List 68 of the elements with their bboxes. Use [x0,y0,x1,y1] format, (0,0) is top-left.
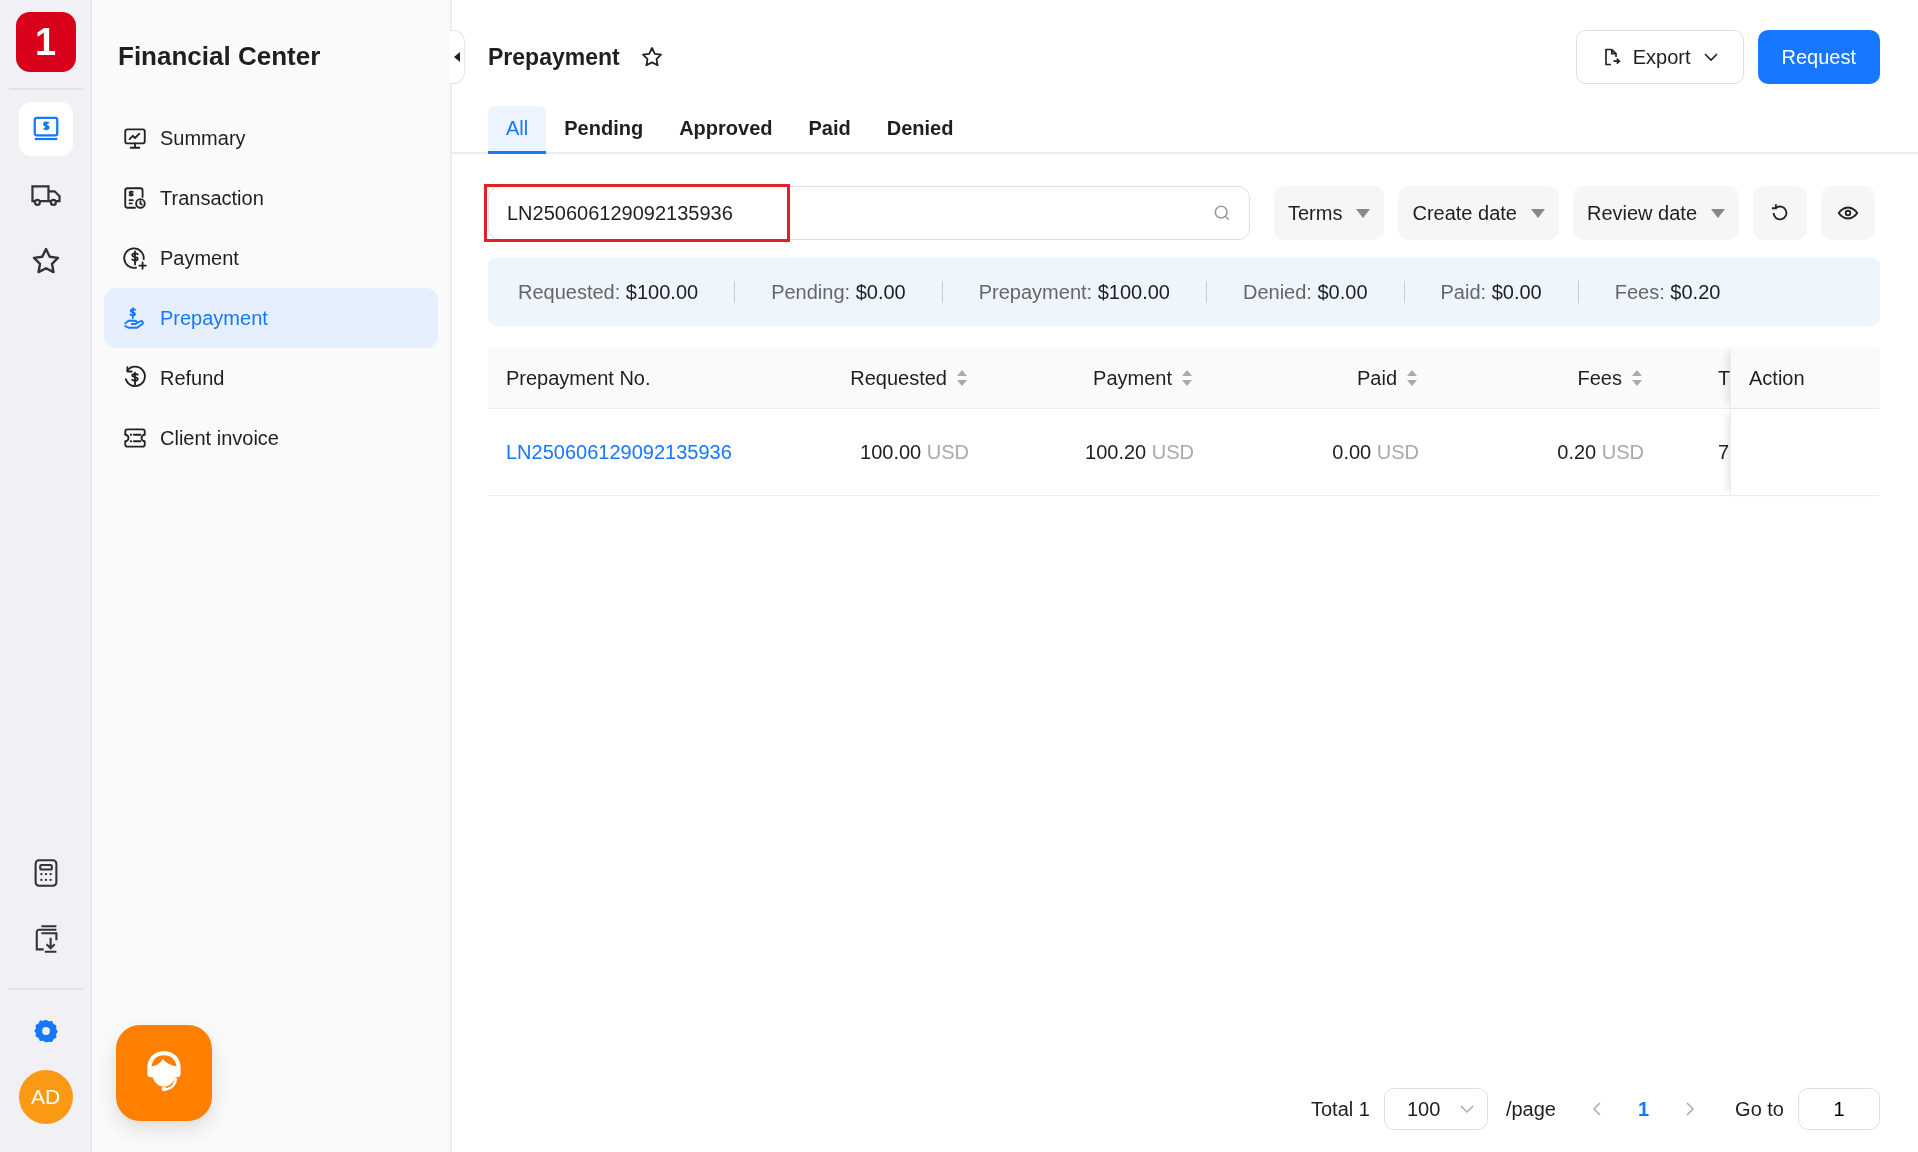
sort-icon[interactable] [1405,368,1419,388]
column-header: T [1718,366,1731,390]
caret-icon [1530,208,1545,218]
filter-dropdown[interactable]: Create date [1398,186,1559,240]
receipt-clock-icon [122,185,148,211]
per-page-label: /page [1505,1097,1556,1121]
favorite-star-icon[interactable] [639,45,664,69]
table-cell: 7 [1718,440,1730,464]
summary-stat: Denied: $0.00 [1206,281,1404,303]
page-title: Prepayment [488,43,620,71]
status-tab[interactable]: All [488,106,547,154]
status-tab[interactable]: Denied [868,106,972,154]
caret-icon [1356,208,1371,218]
sort-icon[interactable] [955,368,969,388]
amount-cell: 100.00 USD [860,440,969,464]
caret-icon [1711,208,1726,218]
sidebar-item[interactable]: Summary [104,108,438,168]
filter-dropdown[interactable]: Terms [1274,186,1385,240]
sidebar-title: Financial Center [118,40,322,72]
total-count: Total 1 [1310,1097,1370,1121]
search-field[interactable]: LN250606129092135936 [488,186,1250,240]
column-visibility-button[interactable] [1821,186,1876,240]
app-logo[interactable]: 1 [15,12,76,72]
collapse-sidebar-button[interactable] [450,30,465,84]
page-size-select[interactable]: 100 [1383,1088,1488,1130]
column-header[interactable]: Requested [850,366,947,390]
request-button[interactable]: Request [1757,30,1880,84]
sidebar-item[interactable]: Transaction [104,168,438,228]
finance-nav-button[interactable] [18,102,73,156]
dollar-coin-icon [122,245,148,271]
previous-page-icon[interactable] [1591,1101,1602,1117]
export-button[interactable]: Export [1575,30,1744,84]
summary-stat: Paid: $0.00 [1403,281,1578,303]
sort-icon[interactable] [1630,368,1644,388]
column-header[interactable]: Fees [1577,366,1622,390]
sidebar-item[interactable]: Client invoice [104,408,438,468]
summary-stat: Fees: $0.20 [1577,281,1757,303]
sidebar-item[interactable]: Payment [104,228,438,288]
status-tab[interactable]: Approved [661,106,791,154]
status-tab[interactable]: Paid [790,106,869,154]
sidebar-item[interactable]: Refund [104,348,438,408]
monitor-chart-icon [122,125,148,151]
summary-stat: Requested: $100.00 [518,281,700,303]
page-number[interactable]: 1 [1637,1097,1650,1121]
amount-cell: 0.00 USD [1332,440,1419,464]
column-header[interactable]: Paid [1356,366,1397,390]
summary-stat: Pending: $0.00 [734,281,942,303]
sidebar-item[interactable]: Prepayment [104,288,438,348]
search-icon [1212,203,1232,223]
column-header[interactable]: Payment [1093,366,1172,390]
column-header: Prepayment No. [506,366,651,390]
gear-icon [32,1018,59,1044]
ticket-icon [122,425,148,451]
go-to-page-field[interactable]: 1 [1798,1088,1880,1130]
status-tab[interactable]: Pending [546,106,662,154]
amount-cell: 0.20 USD [1557,440,1644,464]
sort-icon[interactable] [1180,368,1194,388]
amount-cell: 100.20 USD [1085,440,1194,464]
summary-stat: Prepayment: $100.00 [941,281,1206,303]
go-to-label: Go to [1735,1097,1784,1121]
chevron-down-icon [1458,1104,1475,1114]
prepayment-link[interactable]: LN250606129092135936 [506,440,732,464]
refresh-button[interactable] [1753,186,1808,240]
next-page-icon[interactable] [1685,1101,1696,1117]
chevron-down-icon [1702,52,1719,62]
customer-support-button[interactable] [116,1025,212,1121]
filter-dropdown[interactable]: Review date [1572,186,1740,240]
column-header: Action [1749,366,1805,390]
